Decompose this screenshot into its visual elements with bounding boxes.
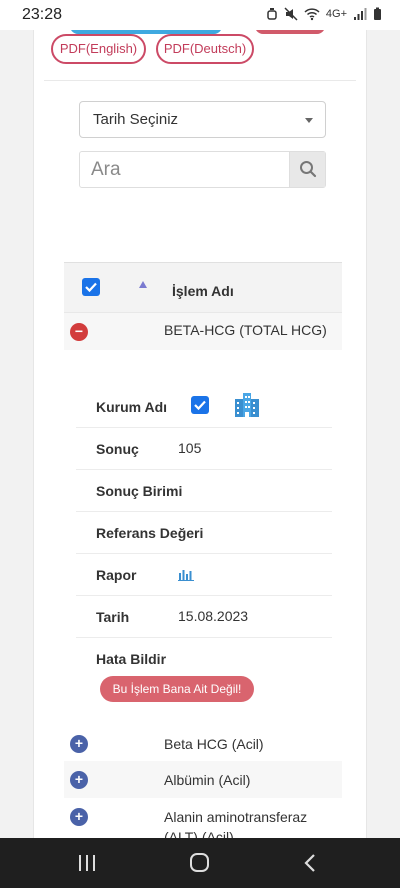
detail-label: Sonuç Birimi xyxy=(96,483,183,499)
mute-icon xyxy=(284,7,298,21)
network-type-label: 4G+ xyxy=(325,8,347,20)
search-input[interactable] xyxy=(80,152,290,187)
table-row-expanded[interactable]: − BETA-HCG (TOTAL HCG) xyxy=(64,312,342,350)
detail-value: 15.08.2023 xyxy=(178,608,249,624)
detail-row-referans: Referans Değeri xyxy=(76,512,332,554)
detail-row-sonuc: Sonuç 105 xyxy=(76,428,332,470)
sort-ascending-icon[interactable] xyxy=(139,281,147,288)
table-row[interactable]: + Alanin aminotransferaz (ALT) (Acil) xyxy=(64,798,342,838)
detail-label: Referans Değeri xyxy=(96,525,204,541)
page-content: PDF(English) PDF(Deutsch) Tarih Seçiniz … xyxy=(0,30,400,838)
search-button[interactable] xyxy=(289,152,325,187)
date-select[interactable]: Tarih Seçiniz xyxy=(79,101,326,138)
detail-row-kurum: Kurum Adı xyxy=(76,386,332,428)
checkmark-icon xyxy=(194,400,206,411)
detail-label: Rapor xyxy=(96,567,137,583)
detail-label: Tarih xyxy=(96,609,130,625)
wifi-icon xyxy=(304,8,320,21)
row-name: Beta HCG (Acil) xyxy=(164,736,264,752)
table-row[interactable]: + Albümin (Acil) xyxy=(64,761,342,798)
pdf-english-button[interactable]: PDF(English) xyxy=(51,34,146,64)
search-icon xyxy=(300,161,317,178)
system-nav-bar xyxy=(0,838,400,888)
bar-chart-icon[interactable] xyxy=(178,567,194,581)
select-all-checkbox[interactable] xyxy=(82,278,100,296)
divider xyxy=(44,80,356,81)
row-name: Albümin (Acil) xyxy=(164,772,251,788)
checkmark-icon xyxy=(85,282,97,293)
row-name: Alanin aminotransferaz (ALT) (Acil) xyxy=(164,809,308,838)
pdf-deutsch-button[interactable]: PDF(Deutsch) xyxy=(156,34,254,64)
expand-icon[interactable]: + xyxy=(70,771,88,789)
collapse-icon[interactable]: − xyxy=(70,323,88,341)
row-name: BETA-HCG (TOTAL HCG) xyxy=(164,322,327,338)
detail-row-tarih: Tarih 15.08.2023 xyxy=(76,596,332,638)
caret-down-icon xyxy=(305,118,313,123)
expand-icon[interactable]: + xyxy=(70,735,88,753)
detail-value: 105 xyxy=(178,440,202,456)
recent-apps-icon[interactable] xyxy=(72,851,102,875)
not-mine-button[interactable]: Bu İşlem Bana Ait Değil! xyxy=(100,676,254,702)
detail-label: Kurum Adı xyxy=(96,399,168,415)
table-header: İşlem Adı xyxy=(64,262,342,312)
tab-strip-secondary xyxy=(255,30,325,34)
alarm-icon xyxy=(267,8,277,20)
date-select-value: Tarih Seçiniz xyxy=(93,111,179,128)
search-box xyxy=(79,151,326,188)
status-time: 23:28 xyxy=(22,6,63,23)
kurum-checkbox[interactable] xyxy=(191,396,209,414)
home-icon[interactable] xyxy=(184,851,214,875)
detail-row-rapor: Rapor xyxy=(76,554,332,596)
building-icon xyxy=(235,393,259,417)
detail-row-hata: Hata Bildir xyxy=(76,638,332,680)
battery-icon xyxy=(374,7,381,20)
expand-icon[interactable]: + xyxy=(70,808,88,826)
detail-label: Hata Bildir xyxy=(96,651,167,667)
status-bar: 23:28 4G+ xyxy=(0,0,400,30)
table-row[interactable]: + Beta HCG (Acil) xyxy=(64,725,342,762)
status-icons: 4G+ xyxy=(266,7,382,21)
detail-row-sonuc-birimi: Sonuç Birimi xyxy=(76,470,332,512)
signal-icon xyxy=(354,8,367,20)
detail-label: Sonuç xyxy=(96,441,139,457)
back-icon[interactable] xyxy=(296,851,326,875)
column-header-islem-adi[interactable]: İşlem Adı xyxy=(172,283,234,299)
